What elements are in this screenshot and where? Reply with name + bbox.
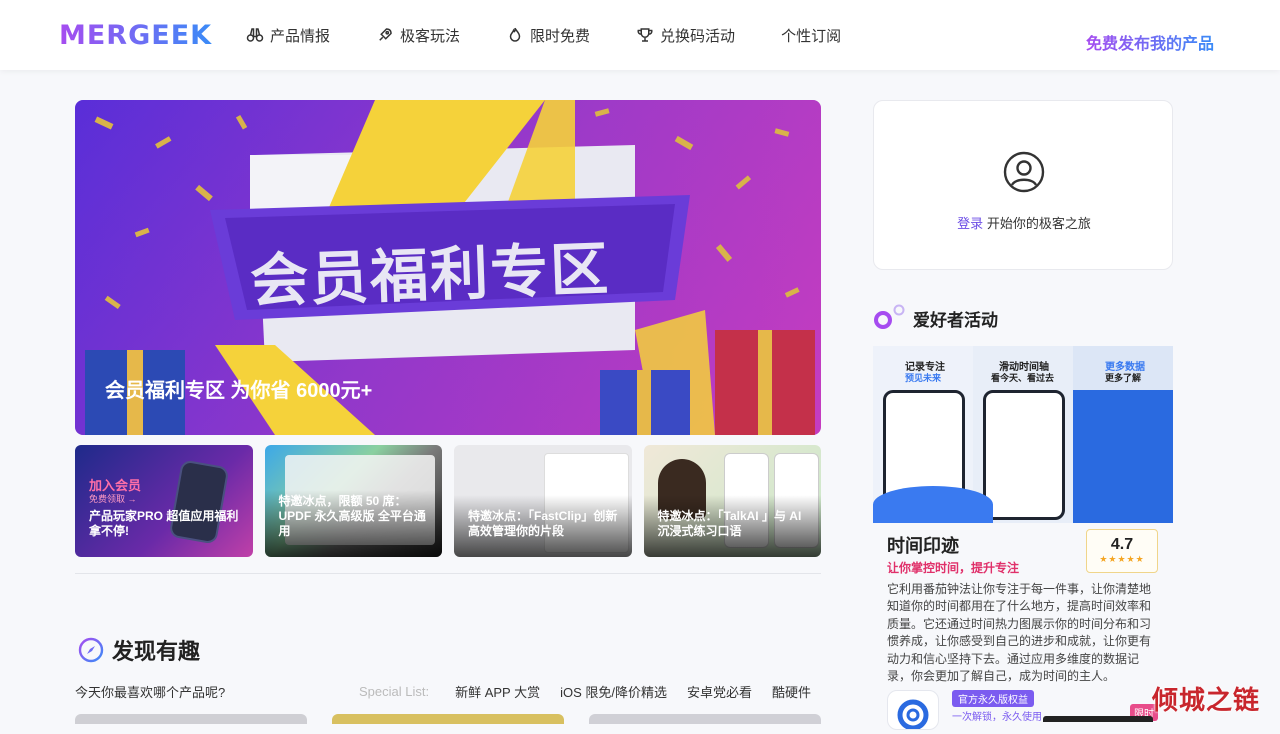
nav-item-geek-play[interactable]: 极客玩法 xyxy=(376,25,460,46)
top-header: MERGEEK 产品情报 极客玩法 限时免费 兑换码活动 个性订阅 免费发布我的… xyxy=(0,0,1280,70)
product-thumb[interactable] xyxy=(75,714,307,724)
hero-caption: 会员福利专区 为你省 6000元+ xyxy=(105,380,373,402)
card-text: 特邀冰点：「TalkAI 」与 AI 沉浸式练习口语 xyxy=(657,509,802,538)
card-membership[interactable]: 加入会员 免费领取 → 产品玩家PRO 超值应用福利拿不停! xyxy=(75,445,253,557)
blue-wave xyxy=(873,486,993,523)
activity-promo-image[interactable]: 记录专注 预见未来 滑动时间轴 看今天、看过去 更多数据 更多了解 xyxy=(873,346,1173,523)
section-divider xyxy=(75,573,821,574)
watermark-text: 倾城之链 xyxy=(1152,686,1261,716)
main-nav: 产品情报 极客玩法 限时免费 兑换码活动 个性订阅 xyxy=(246,0,887,70)
rocket-icon xyxy=(379,28,392,41)
nav-label: 产品情报 xyxy=(270,27,331,45)
promo-caption: 预见未来 xyxy=(905,373,942,383)
trophy-icon xyxy=(637,28,653,42)
app-icon[interactable] xyxy=(887,690,939,731)
flame-icon xyxy=(509,27,521,42)
product-thumb[interactable] xyxy=(332,714,564,724)
hero-banner[interactable]: 会员福利专区 会员福利专区 为你省 6000元+ xyxy=(75,100,821,435)
nav-label: 个性订阅 xyxy=(781,27,842,45)
card-text: 特邀冰点：「FastClip」创新高效管理你的片段 xyxy=(468,509,618,538)
nav-label: 兑换码活动 xyxy=(660,27,736,45)
special-link-hardware[interactable]: 酷硬件 xyxy=(772,682,811,701)
special-link-new-app[interactable]: 新鲜 APP 大赏 xyxy=(455,682,540,701)
promo-caption: 看今天、看过去 xyxy=(991,373,1055,383)
discover-title: 发现有趣 xyxy=(112,639,201,664)
product-thumb[interactable] xyxy=(589,714,821,724)
circles-icon xyxy=(874,304,905,329)
perk-tag: 官方永久版权益 xyxy=(952,690,1034,707)
card-talkai[interactable]: 特邀冰点：「TalkAI 」与 AI 沉浸式练习口语 xyxy=(643,445,821,557)
nav-item-product-intel[interactable]: 产品情报 xyxy=(246,25,330,46)
product-row xyxy=(75,714,821,724)
compass-icon xyxy=(78,637,104,663)
card-fastclip[interactable]: 特邀冰点：「FastClip」创新高效管理你的片段 xyxy=(454,445,632,557)
activity-header: 爱好者活动 xyxy=(873,304,998,332)
user-avatar-icon[interactable] xyxy=(1003,151,1045,193)
card-badge-sub: 免费领取 → xyxy=(89,494,137,504)
app-rating: 4.7 ★★★★★ xyxy=(1086,529,1158,573)
discover-question: 今天你最喜欢哪个产品呢? xyxy=(75,685,226,700)
nav-label: 限时免费 xyxy=(530,27,591,45)
nav-label: 极客玩法 xyxy=(400,27,461,45)
special-link-android[interactable]: 安卓党必看 xyxy=(687,682,752,701)
activity-title: 爱好者活动 xyxy=(913,310,998,330)
special-link-ios-free[interactable]: iOS 限免/降价精选 xyxy=(560,682,667,701)
hero-banner-heading: 会员福利专区 xyxy=(249,236,612,315)
chart-graphic xyxy=(1073,390,1173,523)
rating-value: 4.7 xyxy=(1110,536,1134,553)
app-slogan: 让你掌控时间，提升专注 xyxy=(887,561,1020,575)
app-description: 它利用番茄钟法让你专注于每一件事，让你清楚地知道你的时间都用在了什么地方，提高时… xyxy=(887,582,1152,684)
site-logo[interactable]: MERGEEK xyxy=(59,20,212,51)
card-text: 特邀冰点，限额 50 席：UPDF 永久高级版 全平台通用 xyxy=(278,494,426,538)
special-list-label: Special List: xyxy=(359,684,430,699)
nav-item-subscription[interactable]: 个性订阅 xyxy=(781,25,841,46)
login-link[interactable]: 登录 xyxy=(957,216,983,231)
promo-caption: 更多了解 xyxy=(1105,373,1142,383)
nav-item-redeem-code[interactable]: 兑换码活动 xyxy=(636,25,735,46)
rating-stars: ★★★★★ xyxy=(1099,554,1145,564)
special-list: Special List: 新鲜 APP 大赏 iOS 限免/降价精选 安卓党必… xyxy=(359,682,811,701)
login-panel: 登录 开始你的极客之旅 xyxy=(873,100,1173,270)
card-text: 产品玩家PRO 超值应用福利拿不停! xyxy=(89,509,239,538)
login-text: 开始你的极客之旅 xyxy=(986,216,1091,231)
nav-item-limited-free[interactable]: 限时免费 xyxy=(506,25,590,46)
claim-button[interactable] xyxy=(1043,716,1153,722)
binoculars-icon xyxy=(246,28,264,42)
featured-cards: 加入会员 免费领取 → 产品玩家PRO 超值应用福利拿不停! 特邀冰点，限额 5… xyxy=(75,445,821,557)
login-prompt: 登录 开始你的极客之旅 xyxy=(874,213,1174,232)
card-updf[interactable]: 特邀冰点，限额 50 席：UPDF 永久高级版 全平台通用 xyxy=(264,445,442,557)
spiral-icon xyxy=(897,699,929,731)
perk-subtag: 一次解锁，永久使用 xyxy=(952,712,1042,723)
app-name[interactable]: 时间印迹 xyxy=(887,532,959,558)
publish-product-link[interactable]: 免费发布我的产品 xyxy=(1086,30,1214,54)
discover-header: 发现有趣 xyxy=(78,634,200,666)
phone-graphic xyxy=(983,390,1065,520)
